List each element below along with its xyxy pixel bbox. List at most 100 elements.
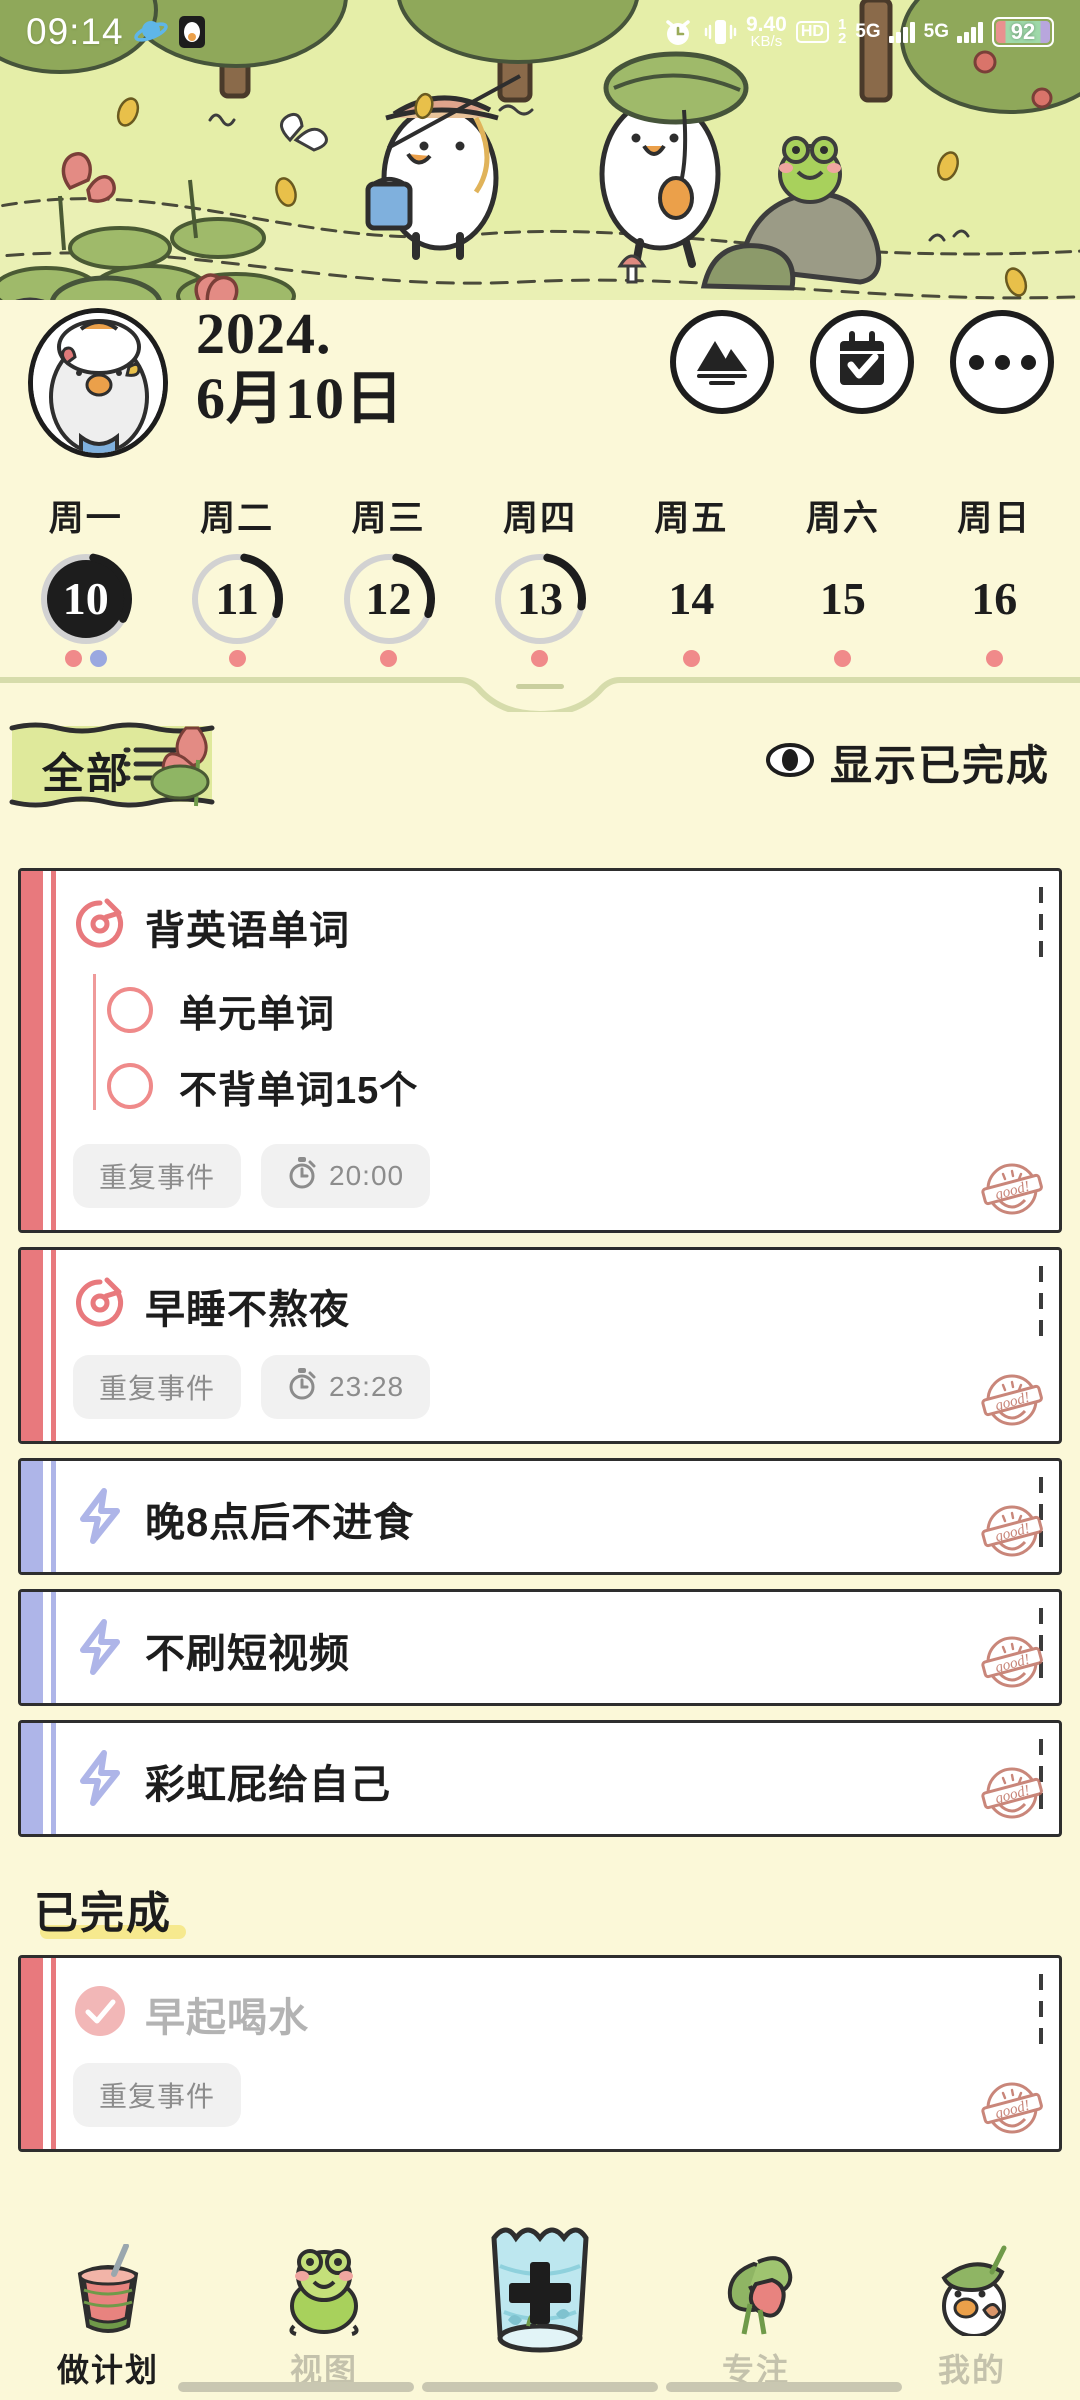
avatar[interactable]: [28, 308, 168, 458]
stopwatch-icon: [287, 1156, 317, 1196]
task-card[interactable]: good! 不刷短视频: [18, 1589, 1062, 1706]
nav-item-add[interactable]: [432, 2198, 648, 2361]
task-card[interactable]: good! 背英语单词 单元单词 不背单词15个 重复事件 20:00: [18, 868, 1062, 1233]
subtask-checkbox[interactable]: [107, 1063, 153, 1109]
subtask-connector: [93, 974, 96, 1110]
week-day-14[interactable]: 周五 14: [616, 490, 767, 670]
home-indicator: [0, 2382, 1080, 2392]
week-day-dots: [380, 650, 398, 670]
task-chip[interactable]: 23:28: [261, 1355, 431, 1419]
sim2-label: 5G: [923, 21, 949, 42]
repeat-icon[interactable]: [73, 1276, 127, 1335]
nav-item-视图[interactable]: 视图: [216, 2232, 432, 2391]
sim2-signal: 5G: [924, 21, 983, 43]
subtask-list: 单元单词 不背单词15个: [73, 972, 1059, 1124]
stopwatch-icon: [287, 1367, 317, 1407]
subtask-item[interactable]: 不背单词15个: [107, 1048, 1059, 1124]
week-day-ring: 10: [38, 551, 134, 646]
task-chips: 重复事件: [73, 2063, 1059, 2127]
status-clock: 09:14: [26, 11, 124, 52]
page-title[interactable]: 2024. 6月10日: [196, 301, 526, 432]
sim1-signal: 5G: [855, 21, 915, 43]
lightning-icon[interactable]: [73, 1749, 127, 1812]
week-day-number: 12: [365, 573, 412, 625]
repeat-icon[interactable]: [73, 897, 127, 956]
eye-icon: [765, 743, 814, 782]
task-card[interactable]: good! 彩虹屁给自己: [18, 1720, 1062, 1837]
task-chip[interactable]: 重复事件: [73, 2063, 242, 2127]
pull-handle[interactable]: [0, 670, 1080, 712]
task-header[interactable]: 晚8点后不进食: [73, 1487, 1059, 1550]
subtask-label: 不背单词15个: [179, 1069, 419, 1112]
week-day-10[interactable]: 周一 10: [10, 490, 161, 670]
task-list[interactable]: good! 背英语单词 单元单词 不背单词15个 重复事件 20:00 good…: [0, 868, 1080, 2166]
signal-bars-1: [888, 21, 915, 43]
subtask-checkbox[interactable]: [107, 987, 153, 1033]
task-header[interactable]: 早睡不熬夜: [73, 1276, 1059, 1335]
task-chip-label: 重复事件: [99, 2081, 216, 2112]
battery-percent: 92: [1010, 19, 1036, 44]
network-speed-unit: KB/s: [750, 32, 783, 50]
nav-item-专注[interactable]: 专注: [648, 2232, 864, 2391]
network-speed: 9.40 KB/s: [746, 14, 787, 50]
category-filter-label: 全部: [42, 752, 131, 798]
week-day-number: 13: [516, 573, 563, 625]
week-day-13[interactable]: 周四 13: [464, 490, 615, 670]
check-circle-icon[interactable]: [73, 1984, 127, 2043]
week-day-number: 10: [62, 573, 109, 625]
fishbowl-add-icon: [474, 2210, 606, 2361]
calendar-check-button[interactable]: [810, 310, 914, 414]
task-chips: 重复事件 23:28: [73, 1355, 1059, 1419]
show-completed-label: 显示已完成: [829, 744, 1050, 790]
task-chip[interactable]: 重复事件: [73, 1355, 242, 1419]
task-chip-label: 23:28: [329, 1371, 405, 1402]
task-card[interactable]: good! 早睡不熬夜 重复事件 23:28: [18, 1247, 1062, 1444]
task-card[interactable]: good! 晚8点后不进食: [18, 1458, 1062, 1575]
task-chip[interactable]: 20:00: [261, 1144, 431, 1208]
week-day-name: 周六: [805, 499, 880, 538]
task-header[interactable]: 彩虹屁给自己: [73, 1749, 1059, 1812]
more-options-button[interactable]: [950, 310, 1054, 414]
week-day-11[interactable]: 周二 11: [161, 490, 312, 670]
week-day-15[interactable]: 周六 15: [767, 490, 918, 670]
bottom-navigation[interactable]: 做计划 视图 专注 我的: [0, 2227, 1080, 2400]
signal-bars-2: [957, 21, 983, 43]
show-completed-toggle[interactable]: 显示已完成: [765, 732, 1050, 793]
week-day-name: 周五: [654, 499, 729, 538]
lightning-icon[interactable]: [73, 1487, 127, 1550]
app-badge-icon: [178, 15, 206, 49]
task-title: 早起喝水: [145, 1995, 309, 2040]
subtask-item[interactable]: 单元单词: [107, 972, 1059, 1048]
completed-section-label: 已完成: [34, 1889, 172, 1938]
nav-item-做计划[interactable]: 做计划: [0, 2232, 216, 2391]
week-day-dots: [682, 650, 700, 670]
frog-icon: [282, 2244, 366, 2341]
week-day-name: 周四: [502, 499, 577, 538]
duck-leaf-icon: [930, 2244, 1014, 2341]
task-chip-label: 重复事件: [99, 1373, 216, 1404]
mountain-icon: [693, 333, 751, 392]
week-day-ring: 16: [946, 551, 1042, 646]
task-header[interactable]: 不刷短视频: [73, 1618, 1059, 1681]
category-filter-button[interactable]: 全部: [8, 718, 233, 810]
filter-bar: 全部 显示已完成: [0, 712, 1080, 822]
week-day-16[interactable]: 周日 16: [919, 490, 1070, 670]
date-monthday: 6月10日: [196, 365, 405, 431]
week-strip[interactable]: 周一 10 周二 11 周三 12 周四 13 周五 14 周六 15 周日 1…: [0, 490, 1080, 670]
nav-item-我的[interactable]: 我的: [864, 2232, 1080, 2391]
week-day-dots: [531, 650, 549, 670]
week-day-12[interactable]: 周三 12: [313, 490, 464, 670]
calendar-check-icon: [834, 330, 890, 394]
week-day-ring: 15: [795, 551, 891, 646]
sim-index-badge: 12: [837, 15, 847, 47]
task-header[interactable]: 背英语单词: [73, 897, 1059, 956]
lightning-icon[interactable]: [73, 1618, 127, 1681]
watermelon-drink-icon: [66, 2243, 150, 2341]
task-chip-label: 20:00: [329, 1160, 405, 1191]
task-chip[interactable]: 重复事件: [73, 1144, 242, 1208]
week-day-name: 周一: [48, 499, 123, 538]
task-card[interactable]: good! 早起喝水 重复事件: [18, 1955, 1062, 2152]
mountain-view-button[interactable]: [670, 310, 774, 414]
week-day-ring: 14: [643, 551, 739, 646]
task-header[interactable]: 早起喝水: [73, 1984, 1059, 2043]
